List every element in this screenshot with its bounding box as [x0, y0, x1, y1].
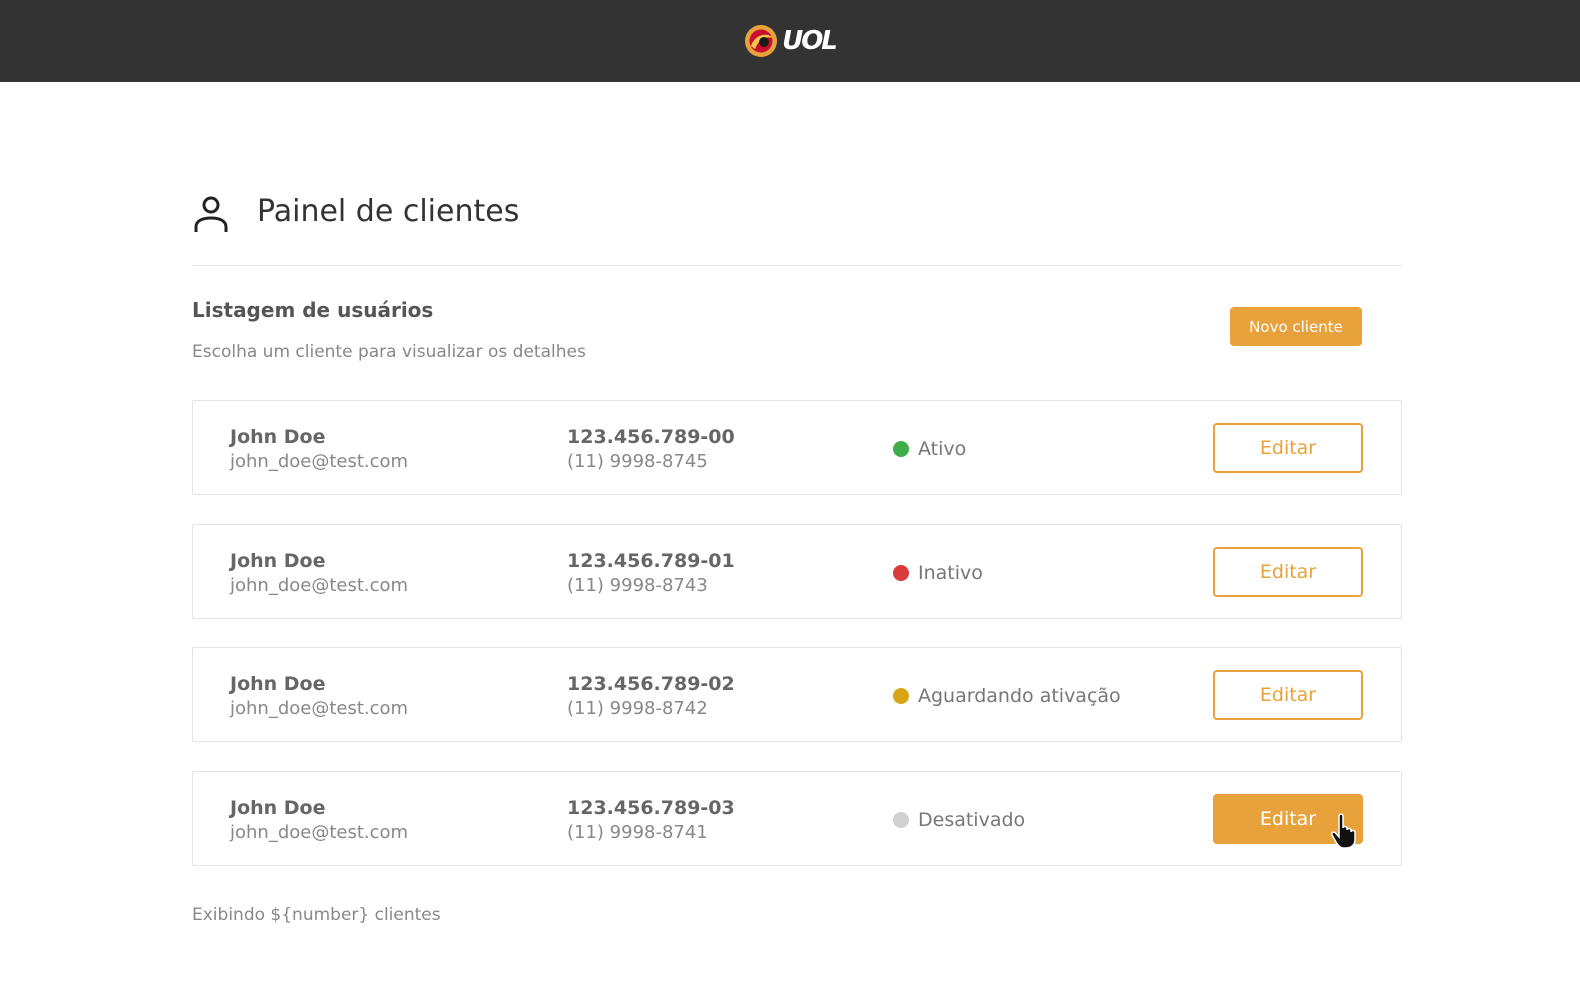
status-dot-icon	[893, 811, 909, 828]
client-name: John Doe	[230, 550, 326, 572]
client-identity: John Doe john_doe@test.com	[230, 549, 408, 599]
client-phone: (11) 9998-8743	[567, 575, 708, 596]
listing-subtitle: Escolha um cliente para visualizar os de…	[192, 342, 586, 362]
client-identity: John Doe john_doe@test.com	[230, 672, 408, 722]
client-status: Aguardando ativação	[893, 648, 1121, 743]
client-contact: 123.456.789-02 (11) 9998-8742	[567, 672, 735, 722]
edit-client-button[interactable]: Editar	[1213, 670, 1363, 720]
client-email: john_doe@test.com	[230, 575, 409, 596]
client-card[interactable]: John Doe john_doe@test.com 123.456.789-0…	[192, 771, 1402, 866]
client-card[interactable]: John Doe john_doe@test.com 123.456.789-0…	[192, 524, 1402, 619]
logo-text: UOL	[782, 26, 838, 56]
status-dot-icon	[893, 440, 909, 457]
client-contact: 123.456.789-00 (11) 9998-8745	[567, 425, 735, 475]
edit-client-button[interactable]: Editar	[1213, 423, 1363, 473]
client-name: John Doe	[230, 426, 326, 448]
client-phone: (11) 9998-8742	[567, 698, 708, 719]
client-name: John Doe	[230, 673, 326, 695]
status-dot-icon	[893, 564, 909, 581]
client-contact: 123.456.789-01 (11) 9998-8743	[567, 549, 735, 599]
client-phone: (11) 9998-8741	[567, 822, 708, 843]
client-status: Inativo	[893, 525, 983, 620]
hand-cursor-icon	[1331, 813, 1356, 849]
client-status: Ativo	[893, 401, 966, 496]
status-label: Aguardando ativação	[918, 684, 1121, 707]
client-identity: John Doe john_doe@test.com	[230, 425, 408, 475]
client-email: john_doe@test.com	[230, 451, 409, 472]
uol-logo[interactable]: UOL	[744, 24, 838, 58]
listing-title: Listagem de usuários	[192, 298, 434, 322]
client-name: John Doe	[230, 797, 326, 819]
client-email: john_doe@test.com	[230, 698, 409, 719]
status-label: Ativo	[918, 437, 967, 460]
client-document: 123.456.789-01	[567, 550, 735, 572]
client-status: Desativado	[893, 772, 1025, 867]
listing-count-footer: Exibindo ${number} clientes	[192, 905, 441, 925]
client-document: 123.456.789-03	[567, 797, 735, 819]
page-title: Painel de clientes	[257, 194, 520, 229]
client-phone: (11) 9998-8745	[567, 451, 708, 472]
client-document: 123.456.789-02	[567, 673, 735, 695]
edit-client-button[interactable]: Editar	[1213, 547, 1363, 597]
new-client-button[interactable]: Novo cliente	[1230, 307, 1362, 346]
status-label: Desativado	[918, 808, 1026, 831]
status-dot-icon	[893, 687, 909, 704]
client-card[interactable]: John Doe john_doe@test.com 123.456.789-0…	[192, 400, 1402, 495]
user-icon	[194, 196, 228, 232]
client-contact: 123.456.789-03 (11) 9998-8741	[567, 796, 735, 846]
top-navigation-bar: UOL	[0, 0, 1580, 82]
client-card[interactable]: John Doe john_doe@test.com 123.456.789-0…	[192, 647, 1402, 742]
client-identity: John Doe john_doe@test.com	[230, 796, 408, 846]
status-label: Inativo	[918, 561, 983, 584]
page-header: Painel de clientes	[192, 192, 1402, 266]
client-document: 123.456.789-00	[567, 426, 735, 448]
uol-logo-icon	[745, 25, 778, 57]
client-email: john_doe@test.com	[230, 822, 409, 843]
